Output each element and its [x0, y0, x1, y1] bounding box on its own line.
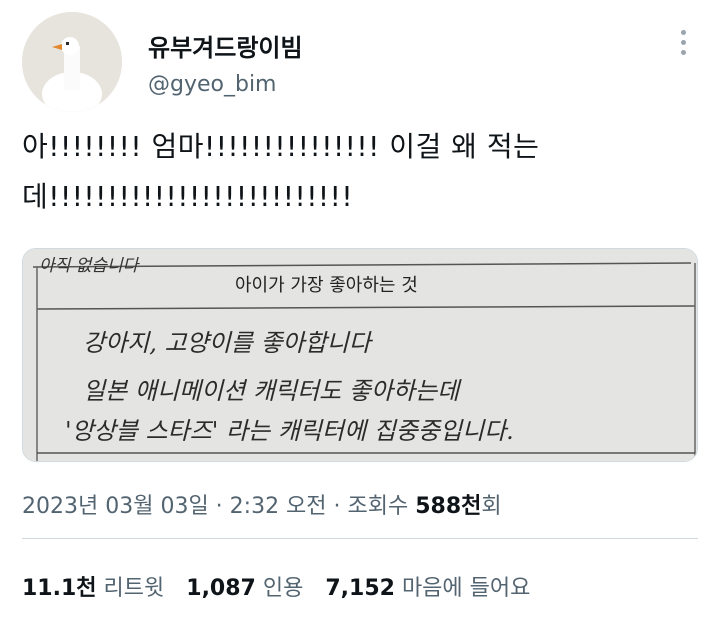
- likes-label[interactable]: 마음에 들어요: [402, 576, 530, 601]
- views-suffix: 회: [481, 494, 502, 519]
- avatar[interactable]: [22, 12, 122, 112]
- goose-avatar-icon: [22, 12, 122, 112]
- media-handwriting-line-1: 강아지, 고양이를 좋아합니다: [83, 329, 374, 357]
- views-count: 588천: [415, 494, 482, 519]
- tweet-timestamp[interactable]: 2023년 03월 03일 · 2:32 오전 · 조회수 588천회: [22, 488, 502, 520]
- author-handle[interactable]: @gyeo_bim: [148, 72, 277, 97]
- quotes-count[interactable]: 1,087: [186, 576, 256, 601]
- retweets-count[interactable]: 11.1천: [22, 576, 97, 601]
- engagement-stats: 11.1천 리트윗 1,087 인용 7,152 마음에 들어요: [22, 570, 530, 602]
- media-top-scribble: 아직 없습니다: [39, 256, 141, 276]
- tweet-text: 아!!!!!!!! 엄마!!!!!!!!!!!!!!! 이걸 왜 적는데!!!!…: [22, 130, 540, 213]
- media-form-header: 아이가 가장 좋아하는 것: [235, 275, 418, 296]
- likes-count[interactable]: 7,152: [325, 576, 395, 601]
- media-handwriting-line-3: '앙상블 스타즈' 라는 캐릭터에 집중중입니다.: [65, 417, 514, 445]
- media-handwriting-line-2: 일본 애니메이션 캐릭터도 좋아하는데: [83, 377, 462, 405]
- quotes-label[interactable]: 인용: [263, 576, 303, 601]
- tweet-datetime[interactable]: 2023년 03월 03일 · 2:32 오전 · 조회수: [22, 494, 415, 519]
- tweet-media-image[interactable]: 아직 없습니다 아이가 가장 좋아하는 것 강아지, 고양이를 좋아합니다 일본…: [22, 248, 698, 462]
- more-options-icon[interactable]: [668, 28, 698, 58]
- author-display-name[interactable]: 유부겨드랑이빔: [148, 28, 303, 63]
- divider: [22, 538, 698, 539]
- retweets-label[interactable]: 리트윗: [104, 576, 165, 601]
